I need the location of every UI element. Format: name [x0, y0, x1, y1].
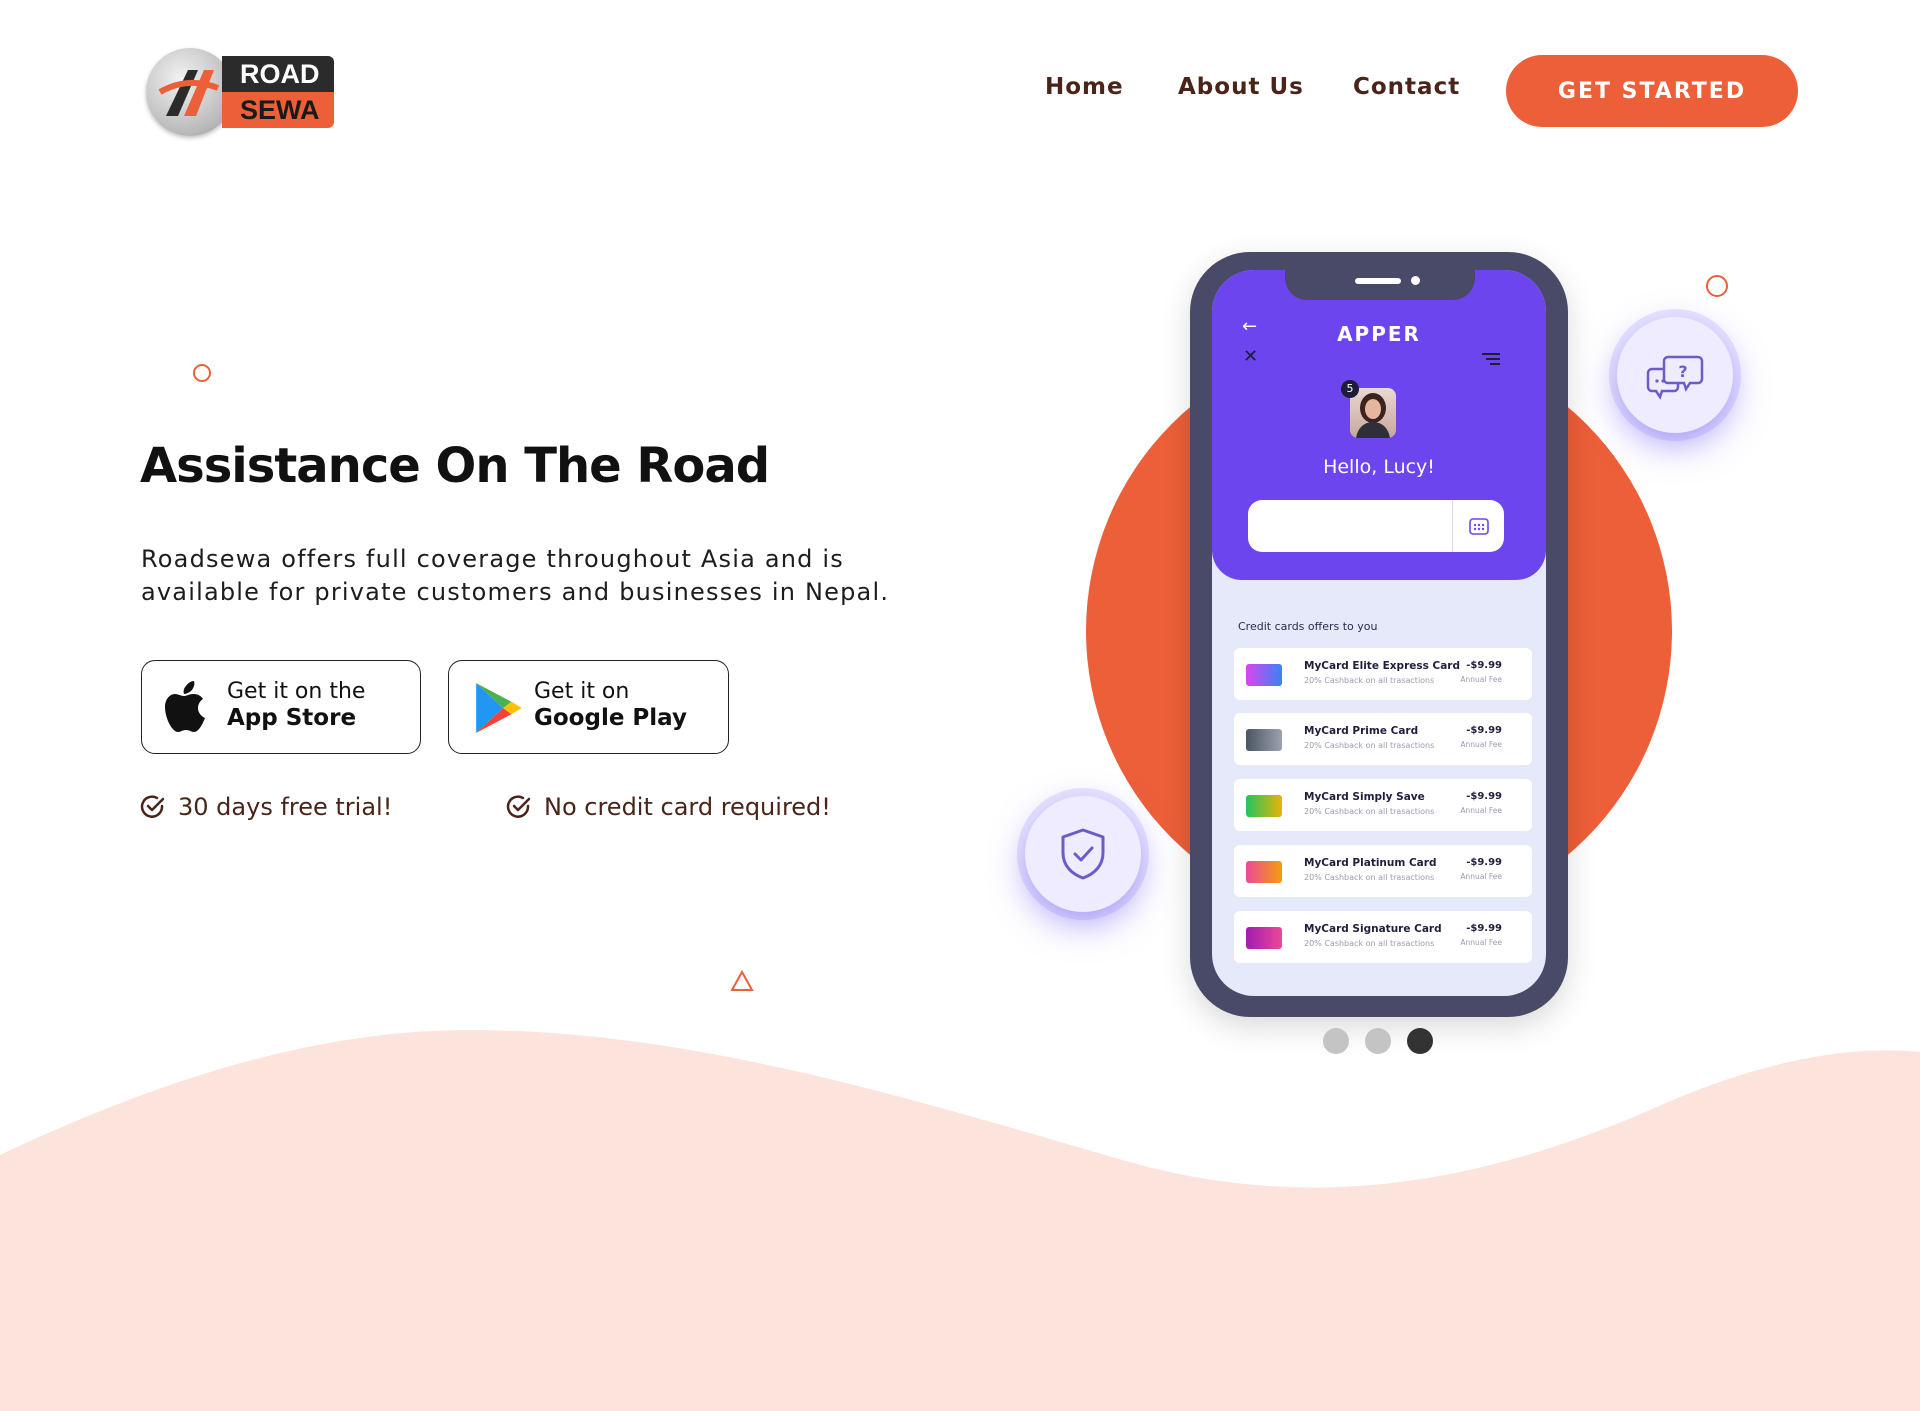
feature-no-credit-card: No credit card required!	[506, 793, 831, 821]
notch-speaker	[1355, 278, 1401, 284]
list-item: MyCard Platinum Card 20% Cashback on all…	[1234, 845, 1532, 897]
offer-fee: Annual Fee	[1460, 740, 1502, 749]
offer-sub: 20% Cashback on all trasactions	[1304, 807, 1435, 816]
feature-text: No credit card required!	[544, 793, 831, 821]
notch-camera	[1411, 276, 1420, 285]
nav-contact[interactable]: Contact	[1353, 74, 1460, 100]
hero-description: Roadsewa offers full coverage throughout…	[141, 545, 890, 606]
decorative-ring	[1706, 275, 1728, 297]
check-circle-icon	[140, 795, 165, 818]
app-title: APPER	[1337, 322, 1421, 346]
hero-title: Assistance On The Road	[140, 438, 770, 494]
offer-price: -$9.99	[1466, 923, 1502, 934]
road-sewa-logo[interactable]: ROAD SEWA	[146, 46, 336, 138]
chat-help-bubble: ?	[1617, 317, 1733, 433]
offer-fee: Annual Fee	[1460, 675, 1502, 684]
decorative-triangle-icon	[730, 970, 754, 991]
offer-price: -$9.99	[1466, 725, 1502, 736]
offer-price: -$9.99	[1466, 857, 1502, 868]
calendar-icon	[1452, 500, 1505, 552]
app-store-button[interactable]: Get it on the App Store	[141, 660, 421, 754]
avatar	[1350, 388, 1396, 438]
offer-name: MyCard Simply Save	[1304, 791, 1425, 803]
google-play-line2: Google Play	[534, 705, 687, 731]
logo-text-sewa: SEWA	[222, 92, 334, 128]
carousel-dot-3[interactable]	[1407, 1028, 1433, 1054]
logo-emblem	[146, 48, 234, 136]
card-thumbnail	[1246, 861, 1282, 883]
list-item: MyCard Simply Save 20% Cashback on all t…	[1234, 779, 1532, 831]
offer-sub: 20% Cashback on all trasactions	[1304, 939, 1435, 948]
carousel-dot-2[interactable]	[1365, 1028, 1391, 1054]
svg-text:?: ?	[1678, 362, 1687, 381]
list-item: MyCard Prime Card 20% Cashback on all tr…	[1234, 713, 1532, 765]
phone-screen: ← ✕ APPER 5 Hello, Lucy! Credit cards of…	[1212, 270, 1546, 996]
get-started-button[interactable]: GET STARTED	[1506, 55, 1798, 127]
card-thumbnail	[1246, 795, 1282, 817]
offer-fee: Annual Fee	[1460, 938, 1502, 947]
carousel-dots	[1323, 1028, 1433, 1054]
app-store-line1: Get it on the	[227, 679, 366, 704]
offer-name: MyCard Elite Express Card	[1304, 660, 1461, 672]
nav-home[interactable]: Home	[1045, 74, 1124, 100]
user-avatar-icon	[1356, 393, 1390, 438]
phone-search-input	[1248, 500, 1504, 552]
notification-badge: 5	[1341, 380, 1359, 398]
feature-text: 30 days free trial!	[178, 793, 393, 821]
offer-price: -$9.99	[1466, 660, 1502, 671]
close-icon: ✕	[1243, 346, 1259, 367]
offer-sub: 20% Cashback on all trasactions	[1304, 873, 1435, 882]
menu-icon	[1482, 353, 1500, 365]
greeting-text: Hello, Lucy!	[1323, 456, 1435, 478]
card-thumbnail	[1246, 729, 1282, 751]
list-item: MyCard Elite Express Card 20% Cashback o…	[1234, 648, 1532, 700]
list-item: MyCard Signature Card 20% Cashback on al…	[1234, 911, 1532, 963]
offers-title: Credit cards offers to you	[1238, 620, 1378, 633]
shield-check-icon	[1061, 828, 1105, 880]
google-play-line1: Get it on	[534, 679, 630, 704]
feature-free-trial: 30 days free trial!	[140, 793, 392, 821]
check-circle-icon	[506, 795, 531, 818]
card-thumbnail	[1246, 927, 1282, 949]
offer-fee: Annual Fee	[1460, 806, 1502, 815]
phone-screen-header: ← ✕ APPER 5 Hello, Lucy!	[1212, 270, 1546, 580]
offer-name: MyCard Signature Card	[1304, 923, 1442, 935]
decorative-ring	[193, 364, 211, 382]
logo-text-road: ROAD	[222, 56, 334, 92]
chat-question-icon: ?	[1646, 355, 1704, 400]
apple-icon	[165, 681, 205, 732]
offer-name: MyCard Prime Card	[1304, 725, 1419, 737]
offer-name: MyCard Platinum Card	[1304, 857, 1437, 869]
nav-about-us[interactable]: About Us	[1178, 74, 1304, 100]
phone-notch	[1285, 270, 1475, 300]
offer-fee: Annual Fee	[1460, 872, 1502, 881]
google-play-button[interactable]: Get it on Google Play	[448, 660, 729, 754]
security-shield-bubble	[1025, 796, 1141, 912]
app-store-line2: App Store	[227, 705, 357, 731]
carousel-dot-1[interactable]	[1323, 1028, 1349, 1054]
road-logo-icon	[158, 70, 220, 116]
phone-mockup: ← ✕ APPER 5 Hello, Lucy! Credit cards of…	[1190, 252, 1568, 1017]
offer-sub: 20% Cashback on all trasactions	[1304, 741, 1435, 750]
card-thumbnail	[1246, 664, 1282, 686]
google-play-icon	[476, 683, 522, 733]
offer-price: -$9.99	[1466, 791, 1502, 802]
offer-sub: 20% Cashback on all trasactions	[1304, 676, 1435, 685]
